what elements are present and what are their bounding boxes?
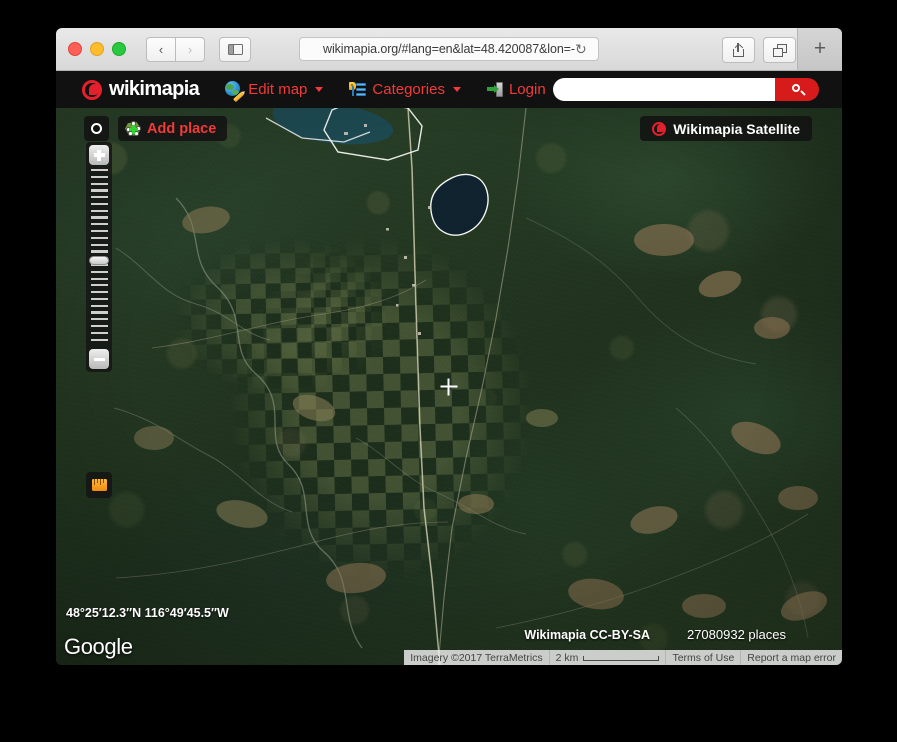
target-dot-icon xyxy=(91,123,102,134)
locate-me-button[interactable] xyxy=(84,116,109,141)
nav-label-categories: Categories xyxy=(372,81,445,98)
zoom-tick xyxy=(90,196,108,199)
add-place-button[interactable]: Add place xyxy=(118,116,228,141)
map-scale: 2 km xyxy=(548,650,666,665)
browser-window: ‹ › wikimapia.org/#lang=en&lat=48.420087… xyxy=(56,28,842,665)
category-list-icon xyxy=(349,81,367,98)
wikimapia-wordmark: wikimapia xyxy=(109,78,200,100)
measure-distance-button[interactable] xyxy=(86,472,112,498)
new-tab-button[interactable]: + xyxy=(797,28,842,70)
map-layer-label: Wikimapia Satellite xyxy=(673,120,800,137)
url-text: wikimapia.org/#lang=en&lat=48.420087&lon… xyxy=(323,42,575,56)
reload-icon[interactable]: ↻ xyxy=(575,42,589,56)
zoom-tick xyxy=(90,297,108,301)
search-input[interactable] xyxy=(553,78,775,101)
zoom-tick xyxy=(90,324,108,328)
nav-item-categories[interactable]: Categories xyxy=(349,81,461,98)
zoom-tick xyxy=(90,189,108,192)
map-top-controls: Add place xyxy=(84,116,228,141)
zoom-tick xyxy=(90,291,108,294)
globe-pencil-icon xyxy=(225,81,245,103)
map-attribution-bar: Imagery ©2017 TerraMetrics 2 km Terms of… xyxy=(404,650,842,665)
sidebar-icon xyxy=(227,43,243,55)
search-icon xyxy=(791,84,803,95)
zoom-tick xyxy=(90,236,108,239)
zoom-tick xyxy=(90,270,108,273)
share-button[interactable] xyxy=(722,37,755,63)
zoom-tick xyxy=(90,223,108,226)
wikimapia-mark-icon xyxy=(652,121,667,136)
zoom-window-button[interactable] xyxy=(112,42,126,56)
zoom-control[interactable] xyxy=(86,142,112,373)
wikimapia-mark-icon xyxy=(82,79,102,100)
zoom-tick xyxy=(90,338,108,341)
map-layer-badge[interactable]: Wikimapia Satellite xyxy=(640,116,812,141)
share-icon xyxy=(733,43,744,57)
show-tabs-button[interactable] xyxy=(763,37,796,63)
minimize-window-button[interactable] xyxy=(90,42,104,56)
zoom-slider-track[interactable] xyxy=(89,169,109,345)
nav-item-edit-map[interactable]: Edit map xyxy=(225,81,324,103)
zoom-tick xyxy=(90,243,108,246)
zoom-tick xyxy=(90,182,108,185)
zoom-tick xyxy=(90,331,108,334)
zoom-tick xyxy=(90,230,108,233)
back-button[interactable]: ‹ xyxy=(146,36,176,62)
nav-label-login: Login xyxy=(508,81,546,98)
zoom-tick xyxy=(90,284,108,287)
close-window-button[interactable] xyxy=(68,42,82,56)
nav-item-login[interactable]: Login xyxy=(486,81,562,98)
zoom-tick xyxy=(90,250,108,253)
chevron-down-icon xyxy=(315,87,324,92)
search-button[interactable] xyxy=(775,78,819,101)
zoom-in-button[interactable] xyxy=(89,145,109,165)
wikimapia-license-credit: Wikimapia CC-BY-SA xyxy=(524,628,650,642)
chevron-down-icon xyxy=(452,87,461,92)
address-bar[interactable]: wikimapia.org/#lang=en&lat=48.420087&lon… xyxy=(299,37,599,61)
zoom-tick xyxy=(90,202,108,206)
zoom-tick xyxy=(90,175,108,178)
sidebar-toggle-button[interactable] xyxy=(219,36,251,62)
zoom-tick xyxy=(90,304,108,307)
login-door-icon xyxy=(486,82,503,97)
forward-button[interactable]: › xyxy=(176,36,205,62)
wikimapia-navbar: wikimapia Edit map Categories Login xyxy=(56,71,842,108)
zoom-out-button[interactable] xyxy=(89,349,109,370)
zoom-tick xyxy=(90,277,108,280)
wikimapia-logo[interactable]: wikimapia xyxy=(82,78,200,101)
nav-label-edit-map: Edit map xyxy=(248,81,308,98)
satellite-imagery[interactable] xyxy=(56,108,842,665)
terms-of-use-link[interactable]: Terms of Use xyxy=(665,650,741,665)
scale-label: 2 km xyxy=(555,652,579,664)
zoom-tick xyxy=(90,169,108,172)
zoom-tick xyxy=(90,209,108,212)
places-count: 27080932 places xyxy=(686,627,786,642)
zoom-tick xyxy=(90,216,108,219)
google-logo: Google xyxy=(64,634,133,659)
add-place-icon xyxy=(125,121,141,136)
map-viewport[interactable]: Add place Wikimapia Satellite 48°25′12.3… xyxy=(56,108,842,665)
window-controls xyxy=(68,42,126,56)
search-form xyxy=(553,78,819,101)
imagery-credit: Imagery ©2017 TerraMetrics xyxy=(404,650,549,665)
ruler-icon xyxy=(91,479,107,491)
add-place-label: Add place xyxy=(147,120,217,137)
zoom-tick xyxy=(90,311,108,314)
zoom-slider-handle[interactable] xyxy=(89,256,109,266)
navigation-buttons: ‹ › xyxy=(146,36,205,62)
zoom-tick xyxy=(90,318,108,321)
report-map-error-link[interactable]: Report a map error xyxy=(740,650,842,665)
coordinates-readout: 48°25′12.3″N 116°49′45.5″W xyxy=(66,606,229,620)
browser-titlebar: ‹ › wikimapia.org/#lang=en&lat=48.420087… xyxy=(56,28,842,71)
tabs-overview-icon xyxy=(772,43,787,57)
scale-bar-icon xyxy=(583,655,660,661)
browser-toolbar-right xyxy=(722,37,796,63)
